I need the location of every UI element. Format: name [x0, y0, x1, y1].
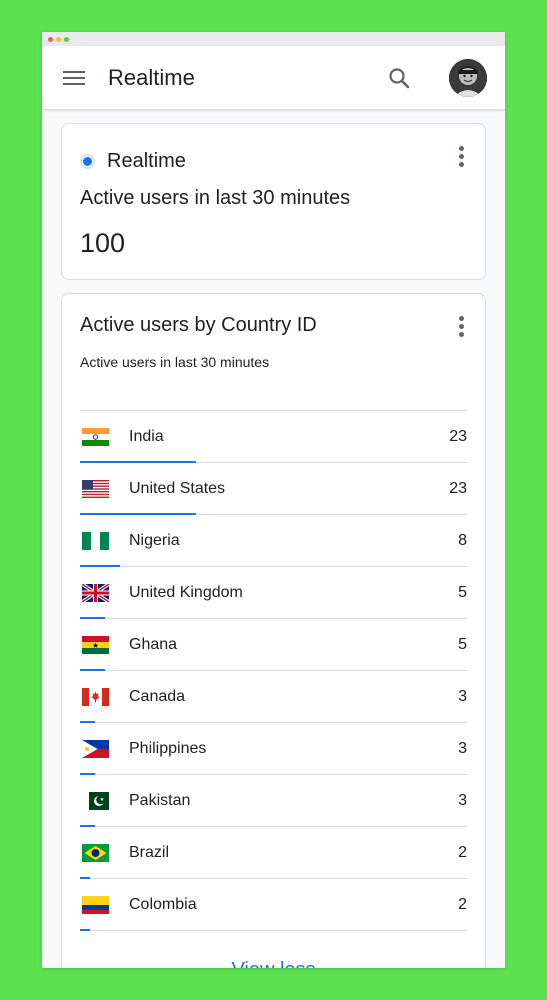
- flag-india-icon: [82, 427, 109, 446]
- flag-philippines-icon: [82, 739, 109, 758]
- country-card-title: Active users by Country ID: [80, 314, 317, 336]
- country-count: 23: [449, 479, 467, 497]
- country-name: United States: [129, 479, 226, 497]
- country-name: Brazil: [129, 843, 170, 861]
- app-title: Realtime: [108, 64, 195, 90]
- search-icon[interactable]: [387, 66, 411, 90]
- realtime-label: Realtime: [107, 150, 186, 172]
- country-name: Colombia: [129, 895, 197, 913]
- country-name: Philippines: [129, 739, 207, 757]
- flag-canada-icon: [82, 687, 109, 706]
- flag-colombia-icon: [82, 895, 109, 914]
- table-row[interactable]: Ghana 5: [80, 619, 467, 671]
- country-name: Nigeria: [129, 531, 180, 549]
- country-count: 5: [458, 583, 467, 601]
- country-count: 3: [458, 739, 467, 757]
- country-name: United Kingdom: [129, 583, 243, 601]
- realtime-subtitle: Active users in last 30 minutes: [80, 187, 351, 209]
- table-row[interactable]: Nigeria 8: [80, 515, 467, 567]
- active-users-count: 100: [80, 228, 126, 258]
- country-name: Ghana: [129, 635, 178, 653]
- window-chrome: [42, 32, 505, 46]
- more-options-icon[interactable]: [459, 316, 465, 337]
- close-window-dot[interactable]: [48, 36, 53, 42]
- country-name: India: [129, 427, 164, 445]
- maximize-window-dot[interactable]: [64, 36, 69, 42]
- table-row[interactable]: Brazil 2: [80, 827, 467, 879]
- main-content: Realtime Active users in last 30 minutes…: [42, 110, 505, 968]
- country-count: 3: [458, 791, 467, 809]
- country-table: India 23 United States 23 Nigeria 8 United Kin…: [80, 410, 467, 931]
- view-less-link[interactable]: View less: [80, 959, 467, 968]
- flag-pakistan-icon: [82, 791, 109, 810]
- country-count: 2: [458, 895, 467, 913]
- country-count: 8: [458, 531, 467, 549]
- realtime-indicator-icon: [80, 154, 95, 169]
- table-row[interactable]: Pakistan 3: [80, 775, 467, 827]
- country-count: 23: [449, 427, 467, 445]
- country-name: Canada: [129, 687, 186, 705]
- table-row[interactable]: Canada 3: [80, 671, 467, 723]
- table-row[interactable]: Colombia 2: [80, 879, 467, 931]
- app-bar: Realtime: [42, 46, 505, 110]
- country-count: 3: [458, 687, 467, 705]
- table-row[interactable]: India 23: [80, 411, 467, 463]
- flag-united-kingdom-icon: [82, 583, 109, 602]
- app-window: Realtime Realtime Active users in last 3: [42, 32, 505, 968]
- table-row[interactable]: Philippines 3: [80, 723, 467, 775]
- country-count: 5: [458, 635, 467, 653]
- more-options-icon[interactable]: [459, 146, 465, 167]
- avatar[interactable]: [449, 58, 487, 97]
- table-row[interactable]: United States 23: [80, 463, 467, 515]
- realtime-card: Realtime Active users in last 30 minutes…: [61, 123, 486, 280]
- flag-ghana-icon: [82, 635, 109, 654]
- flag-nigeria-icon: [82, 531, 109, 550]
- table-row[interactable]: United Kingdom 5: [80, 567, 467, 619]
- menu-icon[interactable]: [63, 67, 89, 89]
- country-card: Active users by Country ID Active users …: [61, 293, 486, 968]
- flag-united-states-icon: [82, 479, 109, 498]
- country-name: Pakistan: [129, 791, 191, 809]
- minimize-window-dot[interactable]: [56, 36, 61, 42]
- count-bar: [80, 929, 91, 931]
- flag-brazil-icon: [82, 843, 109, 862]
- country-card-caption: Active users in last 30 minutes: [80, 354, 270, 370]
- country-count: 2: [458, 843, 467, 861]
